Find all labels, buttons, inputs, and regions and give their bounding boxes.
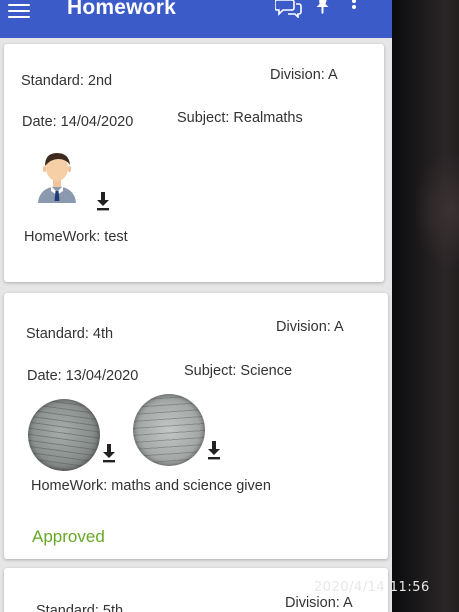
download-icon[interactable]: [207, 440, 221, 460]
app-bar: Homework: [0, 0, 392, 38]
download-icon[interactable]: [102, 443, 116, 463]
status-badge: Approved: [32, 527, 105, 546]
division-label: Division: A: [270, 67, 338, 83]
standard-label: Standard: 2nd: [21, 73, 113, 89]
homework-text: HomeWork: test: [24, 229, 128, 245]
homework-card[interactable]: Standard: 2nd Division: A Date: 14/04/20…: [4, 44, 384, 282]
standard-label: Standard: 5th: [36, 603, 124, 612]
homework-card[interactable]: Standard: 4th Division: A Date: 13/04/20…: [4, 293, 388, 559]
phone-screen: Homework Standard: 2nd Division: A Date:…: [0, 0, 392, 612]
photo-timestamp: 2020/4/14 11:56: [314, 580, 430, 595]
subject-label: Subject: Realmaths: [177, 110, 303, 126]
download-icon[interactable]: [96, 191, 110, 211]
phone-bezel: [392, 0, 459, 612]
standard-label: Standard: 4th: [26, 326, 114, 342]
subject-label: Subject: Science: [184, 363, 293, 379]
division-label: Division: A: [285, 595, 353, 611]
chat-icon[interactable]: [275, 0, 303, 18]
division-label: Division: A: [276, 319, 344, 335]
date-label: Date: 14/04/2020: [22, 114, 134, 130]
pin-icon[interactable]: [316, 0, 330, 14]
page-title: Homework: [67, 0, 176, 19]
date-label: Date: 13/04/2020: [27, 368, 139, 384]
homework-image-thumbnail[interactable]: [28, 399, 100, 471]
more-vert-icon[interactable]: [350, 0, 358, 14]
homework-text: HomeWork: maths and science given: [31, 478, 271, 494]
homework-image-thumbnail[interactable]: [133, 394, 205, 466]
menu-icon[interactable]: [8, 4, 30, 20]
student-avatar-icon[interactable]: [34, 151, 80, 203]
